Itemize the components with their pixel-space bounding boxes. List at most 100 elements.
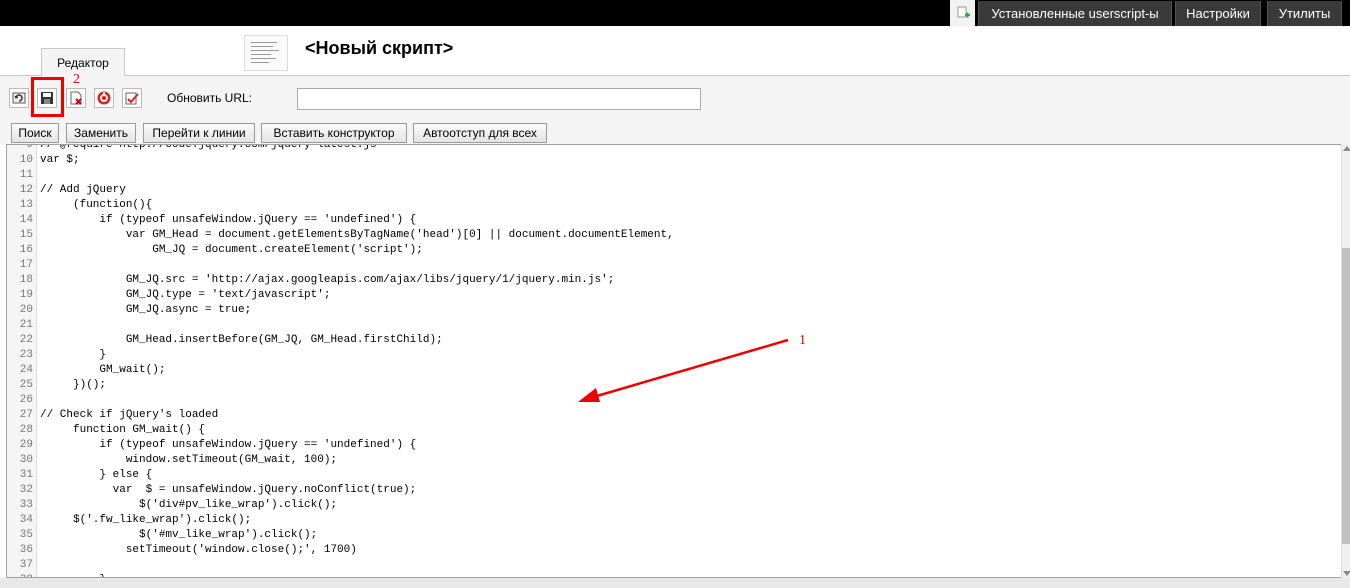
code-text: GM_JQ.src = 'http://ajax.googleapis.com/… — [40, 274, 615, 286]
code-line[interactable]: 13 (function(){ — [7, 198, 1341, 213]
annotation-arrow — [578, 338, 789, 402]
code-line[interactable]: 18 GM_JQ.src = 'http://ajax.googleapis.c… — [7, 273, 1341, 288]
check-button[interactable] — [122, 88, 142, 108]
code-line[interactable]: 16 GM_JQ = document.createElement('scrip… — [7, 243, 1341, 258]
reset-button[interactable] — [94, 88, 114, 108]
code-text: (function(){ — [40, 199, 153, 211]
line-number: 36 — [19, 544, 33, 556]
line-number: 29 — [19, 439, 33, 451]
line-number: 35 — [19, 529, 33, 541]
code-line[interactable]: 15 var GM_Head = document.getElementsByT… — [7, 228, 1341, 243]
code-text: })(); — [40, 379, 107, 391]
line-number: 24 — [19, 364, 33, 376]
search-button[interactable]: Поиск — [11, 123, 59, 143]
page-title: <Новый скрипт> — [305, 38, 454, 58]
line-number: 32 — [19, 484, 33, 496]
bottom-status-bar — [0, 578, 1350, 588]
add-script-icon — [957, 6, 970, 18]
autoindent-all-button[interactable]: Автоотступ для всех — [413, 123, 547, 143]
line-number: 15 — [19, 229, 33, 241]
goto-line-button[interactable]: Перейти к линии — [143, 123, 255, 143]
annotation-marker-2: 2 — [73, 72, 80, 87]
code-line[interactable]: 11 — [7, 168, 1341, 183]
code-text: // Check if jQuery's loaded — [40, 409, 219, 421]
line-number: 17 — [19, 259, 33, 271]
annotation-marker-1: 1 — [799, 333, 806, 348]
line-number: 13 — [19, 199, 33, 211]
save-close-button[interactable] — [66, 88, 86, 108]
code-text: } — [40, 349, 107, 361]
code-line[interactable]: 20 GM_JQ.async = true; — [7, 303, 1341, 318]
line-number: 19 — [19, 289, 33, 301]
line-number: 26 — [19, 394, 33, 406]
code-line[interactable]: 14 if (typeof unsafeWindow.jQuery == 'un… — [7, 213, 1341, 228]
code-line[interactable]: 32 var $ = unsafeWindow.jQuery.noConflic… — [7, 483, 1341, 498]
code-line[interactable]: 12 // Add jQuery — [7, 183, 1341, 198]
new-script-tab[interactable] — [950, 0, 975, 26]
line-number: 16 — [19, 244, 33, 256]
line-number: 37 — [19, 559, 33, 571]
line-number: 20 — [19, 304, 33, 316]
code-text: setTimeout('window.close();', 1700) — [40, 544, 357, 556]
update-url-input[interactable] — [297, 88, 701, 110]
editor-scrollbar[interactable] — [1341, 144, 1350, 578]
code-text: $('div#pv_like_wrap').click(); — [40, 499, 338, 511]
code-text: if (typeof unsafeWindow.jQuery == 'undef… — [40, 439, 417, 451]
save-highlight-box — [31, 77, 64, 117]
line-number: 22 — [19, 334, 33, 346]
code-text: window.setTimeout(GM_wait, 100); — [40, 454, 338, 466]
code-line[interactable]: 9 // @require http://code.jquery.com/jque… — [7, 144, 1341, 153]
code-text: $('.fw_like_wrap').click(); — [40, 514, 252, 526]
code-line[interactable]: 36 setTimeout('window.close();', 1700) — [7, 543, 1341, 558]
code-line[interactable]: 17 — [7, 258, 1341, 273]
reload-button[interactable] — [9, 88, 29, 108]
code-text: GM_JQ.async = true; — [40, 304, 252, 316]
code-line[interactable]: 35 $('#mv_like_wrap').click(); — [7, 528, 1341, 543]
utilities-tab[interactable]: Утилиты — [1267, 1, 1342, 26]
code-line[interactable]: 34 $('.fw_like_wrap').click(); — [7, 513, 1341, 528]
line-number: 11 — [19, 169, 33, 181]
code-line[interactable]: 27 // Check if jQuery's loaded — [7, 408, 1341, 423]
close-icon — [70, 91, 82, 105]
line-number: 30 — [19, 454, 33, 466]
tab-editor[interactable]: Редактор — [41, 48, 125, 76]
line-number: 33 — [19, 499, 33, 511]
code-line[interactable]: 30 window.setTimeout(GM_wait, 100); — [7, 453, 1341, 468]
line-number: 34 — [19, 514, 33, 526]
code-text: $('#mv_like_wrap').click(); — [40, 529, 318, 541]
line-number: 12 — [19, 184, 33, 196]
insert-constructor-button[interactable]: Вставить конструктор — [261, 123, 407, 143]
code-text: if (typeof unsafeWindow.jQuery == 'undef… — [40, 214, 417, 226]
code-text: GM_wait(); — [40, 364, 166, 376]
code-line[interactable]: 10 var $; — [7, 153, 1341, 168]
settings-tab[interactable]: Настройки — [1175, 1, 1261, 26]
line-number: 31 — [19, 469, 33, 481]
code-line[interactable]: 19 GM_JQ.type = 'text/javascript'; — [7, 288, 1341, 303]
code-text: // @require http://code.jquery.com/jquer… — [40, 144, 377, 151]
update-url-label: Обновить URL: — [167, 91, 253, 105]
code-line[interactable]: 31 } else { — [7, 468, 1341, 483]
line-number: 14 — [19, 214, 33, 226]
code-text: GM_Head.insertBefore(GM_JQ, GM_Head.firs… — [40, 334, 443, 346]
code-line[interactable]: 33 $('div#pv_like_wrap').click(); — [7, 498, 1341, 513]
code-text: // Add jQuery — [40, 184, 126, 196]
line-number: 25 — [19, 379, 33, 391]
line-number: 23 — [19, 349, 33, 361]
line-number: 18 — [19, 274, 33, 286]
script-thumbnail — [244, 35, 288, 71]
scroll-up-arrow-icon[interactable] — [1343, 146, 1350, 151]
code-line[interactable]: 29 if (typeof unsafeWindow.jQuery == 'un… — [7, 438, 1341, 453]
line-number: 10 — [19, 154, 33, 166]
code-text: GM_JQ.type = 'text/javascript'; — [40, 289, 331, 301]
line-number: 28 — [19, 424, 33, 436]
scroll-down-arrow-icon[interactable] — [1343, 571, 1350, 576]
code-text: } else { — [40, 469, 153, 481]
code-line[interactable]: 28 function GM_wait() { — [7, 423, 1341, 438]
scrollbar-thumb[interactable] — [1342, 248, 1350, 544]
line-number: 9 — [26, 144, 33, 151]
check-icon — [125, 92, 139, 105]
replace-button[interactable]: Заменить — [66, 123, 136, 143]
top-nav-bar: Установленные userscript-ы Настройки Ути… — [0, 0, 1350, 26]
code-line[interactable]: 37 — [7, 558, 1341, 573]
installed-scripts-tab[interactable]: Установленные userscript-ы — [978, 1, 1172, 26]
